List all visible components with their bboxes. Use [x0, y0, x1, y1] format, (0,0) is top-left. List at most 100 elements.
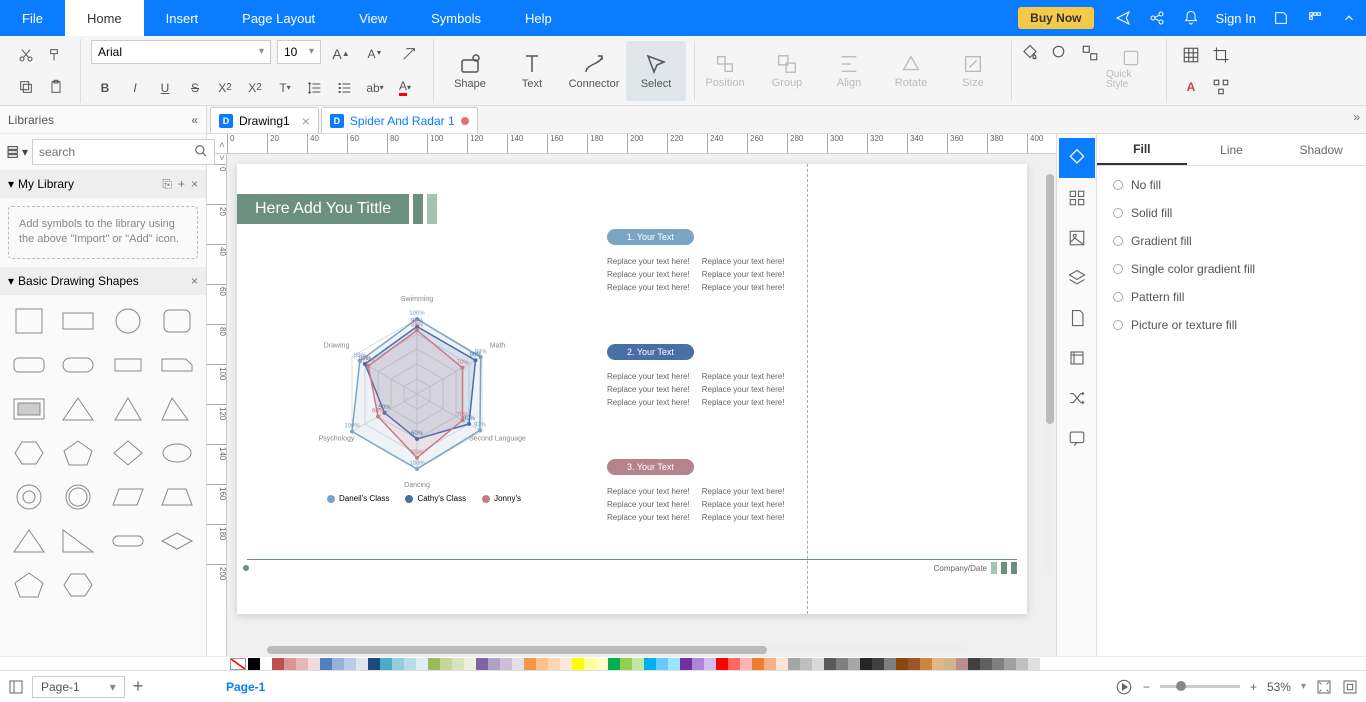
color-swatch[interactable]	[272, 658, 284, 670]
color-swatch[interactable]	[1028, 658, 1040, 670]
color-swatch[interactable]	[260, 658, 272, 670]
signin-link[interactable]: Sign In	[1208, 11, 1264, 26]
library-search[interactable]	[32, 139, 215, 165]
table-button[interactable]	[1177, 41, 1205, 69]
layers-panel-icon[interactable]	[1059, 258, 1095, 298]
add-icon[interactable]: +	[178, 177, 185, 192]
shape-donut[interactable]	[6, 477, 52, 517]
color-swatch[interactable]	[836, 658, 848, 670]
shape-hexagon2[interactable]	[56, 565, 102, 605]
shape-pentagon2[interactable]	[6, 565, 52, 605]
fill-option[interactable]: Single color gradient fill	[1113, 262, 1350, 276]
outline-view-icon[interactable]	[8, 679, 24, 695]
canvas-page[interactable]: Here Add You Tittle SwimmingMathSecond L…	[237, 164, 1027, 614]
color-swatch[interactable]	[452, 658, 464, 670]
shape-right-triangle[interactable]	[56, 521, 102, 561]
color-swatch[interactable]	[308, 658, 320, 670]
fill-option[interactable]: No fill	[1113, 178, 1350, 192]
paste-button[interactable]	[42, 73, 70, 101]
same-size-button[interactable]	[1076, 39, 1104, 67]
color-swatch[interactable]	[956, 658, 968, 670]
underline-button[interactable]: U	[151, 74, 179, 102]
my-library-header[interactable]: ▾My Library ⎘ + ×	[0, 170, 206, 198]
shape-rect-chamfer[interactable]	[155, 345, 201, 385]
line-spacing-button[interactable]	[301, 74, 329, 102]
fill-option[interactable]: Gradient fill	[1113, 234, 1350, 248]
subscript-button[interactable]: X2	[241, 74, 269, 102]
color-swatch[interactable]	[560, 658, 572, 670]
shape-circle[interactable]	[105, 301, 151, 341]
buy-now-button[interactable]: Buy Now	[1018, 7, 1093, 29]
menu-insert[interactable]: Insert	[144, 0, 221, 36]
fill-option[interactable]: Picture or texture fill	[1113, 318, 1350, 332]
color-swatch[interactable]	[656, 658, 668, 670]
color-swatch[interactable]	[428, 658, 440, 670]
collapse-ribbon-icon[interactable]	[1332, 0, 1366, 36]
color-swatch[interactable]	[476, 658, 488, 670]
layout-panel-icon[interactable]	[1059, 178, 1095, 218]
color-swatch[interactable]	[536, 658, 548, 670]
color-swatch[interactable]	[764, 658, 776, 670]
color-swatch[interactable]	[368, 658, 380, 670]
search-input[interactable]	[39, 145, 194, 159]
color-swatch[interactable]	[404, 658, 416, 670]
shape-trapezoid[interactable]	[155, 477, 201, 517]
color-swatch[interactable]	[932, 658, 944, 670]
color-swatch[interactable]	[740, 658, 752, 670]
color-swatch[interactable]	[248, 658, 260, 670]
shape-tool[interactable]: Shape	[440, 41, 500, 101]
bold-button[interactable]: B	[91, 74, 119, 102]
tab-shadow[interactable]: Shadow	[1276, 134, 1366, 165]
connector-tool[interactable]: Connector	[564, 41, 624, 101]
library-menu-button[interactable]: ▾	[6, 139, 28, 165]
shape-triangle2[interactable]	[105, 389, 151, 429]
copy-button[interactable]	[12, 73, 40, 101]
tab-fill[interactable]: Fill	[1097, 134, 1187, 165]
canvas-scroll[interactable]: Here Add You Tittle SwimmingMathSecond L…	[227, 154, 1056, 656]
strikethrough-button[interactable]: S	[181, 74, 209, 102]
search-icon[interactable]	[194, 144, 208, 161]
shape-parallelogram[interactable]	[105, 477, 151, 517]
shape-pill[interactable]	[105, 521, 151, 561]
superscript-button[interactable]: X2	[211, 74, 239, 102]
color-swatch[interactable]	[524, 658, 536, 670]
fit-width-icon[interactable]	[1342, 679, 1358, 695]
shape-rect-small[interactable]	[105, 345, 151, 385]
user-icon[interactable]	[1264, 0, 1298, 36]
shape-rounded-square[interactable]	[155, 301, 201, 341]
clear-format-button[interactable]	[395, 40, 423, 68]
color-swatch[interactable]	[572, 658, 584, 670]
color-swatch[interactable]	[920, 658, 932, 670]
color-swatch[interactable]	[488, 658, 500, 670]
color-swatch[interactable]	[608, 658, 620, 670]
menu-page-layout[interactable]: Page Layout	[220, 0, 337, 36]
shape-triangle[interactable]	[56, 389, 102, 429]
lib-prev-icon[interactable]: ˄	[219, 140, 225, 151]
color-swatch[interactable]	[884, 658, 896, 670]
expand-format-panel-icon[interactable]: »	[1353, 110, 1360, 124]
doc-tab-drawing1[interactable]: D Drawing1 ×	[210, 107, 319, 133]
distribute-button[interactable]	[1207, 73, 1235, 101]
text-direction-button[interactable]: ab▾	[361, 74, 389, 102]
shape-triangle3[interactable]	[155, 389, 201, 429]
color-swatch[interactable]	[704, 658, 716, 670]
color-swatch[interactable]	[896, 658, 908, 670]
color-swatch[interactable]	[344, 658, 356, 670]
color-swatch[interactable]	[332, 658, 344, 670]
color-swatch[interactable]	[728, 658, 740, 670]
color-swatch[interactable]	[632, 658, 644, 670]
text-tool[interactable]: Text	[502, 41, 562, 101]
format-painter-button[interactable]	[42, 41, 70, 69]
cut-button[interactable]	[12, 41, 40, 69]
menu-symbols[interactable]: Symbols	[409, 0, 503, 36]
zoom-in-button[interactable]: +	[1250, 680, 1257, 694]
page-panel-icon[interactable]	[1059, 298, 1095, 338]
presentation-icon[interactable]	[1115, 678, 1133, 696]
text-section[interactable]: 3. Your TextReplace your text here!Repla…	[607, 459, 784, 526]
color-swatch[interactable]	[392, 658, 404, 670]
text-section[interactable]: 2. Your TextReplace your text here!Repla…	[607, 344, 784, 411]
color-swatch[interactable]	[296, 658, 308, 670]
color-swatch[interactable]	[908, 658, 920, 670]
color-swatch[interactable]	[1004, 658, 1016, 670]
lib-next-icon[interactable]: ˅	[219, 153, 225, 164]
